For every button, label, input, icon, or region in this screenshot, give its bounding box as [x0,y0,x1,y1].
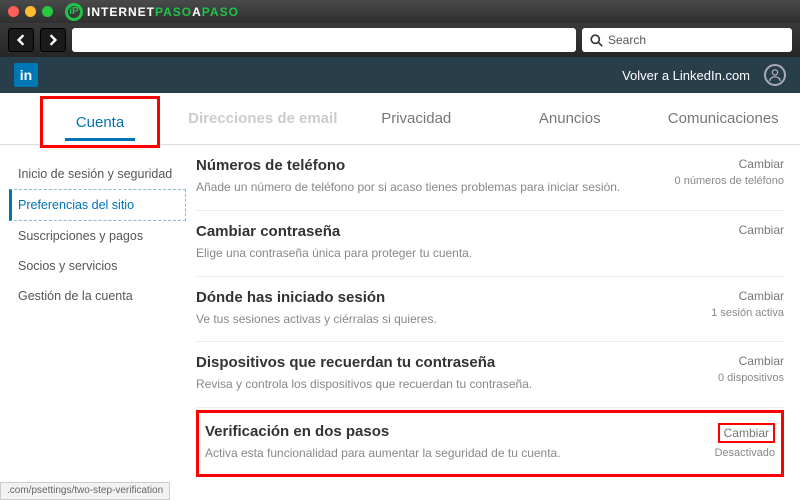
setting-desc: Ve tus sesiones activas y ciérralas si q… [196,311,652,328]
tab-active-underline [65,138,135,141]
tab-cuenta-highlight: Cuenta [40,96,160,148]
setting-desc: Añade un número de teléfono por si acaso… [196,179,652,196]
setting-sessions[interactable]: Dónde has iniciado sesión Ve tus sesione… [196,277,784,343]
search-icon [590,34,603,47]
tab-comunicaciones[interactable]: Comunicaciones [647,93,800,144]
user-avatar-icon[interactable] [764,64,786,86]
tab-cuenta[interactable]: Cuenta [76,114,124,131]
window-close-dot[interactable] [8,6,19,17]
search-input[interactable]: Search [582,28,792,52]
setting-password[interactable]: Cambiar contraseña Elige una contraseña … [196,211,784,277]
site-brand: iP INTERNETPASOAPASO [65,3,239,21]
window-min-dot[interactable] [25,6,36,17]
change-link[interactable]: Cambiar [664,289,784,303]
setting-two-step-highlight: Verificación en dos pasos Activa esta fu… [196,410,784,477]
setting-status: Desactivado [714,447,775,459]
settings-sidebar: Inicio de sesión y seguridad Preferencia… [0,145,186,482]
brand-text: INTERNETPASOAPASO [87,5,239,19]
setting-devices[interactable]: Dispositivos que recuerdan tu contraseña… [196,342,784,408]
setting-title: Dispositivos que recuerdan tu contraseña [196,354,652,371]
setting-status: 0 números de teléfono [675,175,784,187]
browser-titlebar: iP INTERNETPASOAPASO [0,0,800,23]
window-max-dot[interactable] [42,6,53,17]
sidebar-item-socios[interactable]: Socios y servicios [18,251,186,281]
linkedin-logo-icon[interactable]: in [14,63,38,87]
browser-toolbar: Search [0,23,800,57]
setting-telefono[interactable]: Números de teléfono Añade un número de t… [196,145,784,211]
sidebar-item-login[interactable]: Inicio de sesión y seguridad [18,159,186,189]
setting-title: Verificación en dos pasos [205,423,643,440]
setting-status: 1 sesión activa [711,307,784,319]
tab-anuncios[interactable]: Anuncios [493,93,647,144]
setting-desc: Revisa y controla los dispositivos que r… [196,376,652,393]
section-heading-preferencias: Preferencias del sitio [196,477,784,482]
back-button[interactable] [8,28,34,52]
setting-title: Cambiar contraseña [196,223,652,240]
browser-status-bar: .com/psettings/two-step-verification [0,482,170,500]
setting-desc: Elige una contraseña única para proteger… [196,245,652,262]
tab-privacidad[interactable]: Privacidad [340,93,494,144]
setting-title: Dónde has iniciado sesión [196,289,652,306]
sidebar-item-suscripciones[interactable]: Suscripciones y pagos [18,221,186,251]
sidebar-item-gestion[interactable]: Gestión de la cuenta [18,281,186,311]
app-header: in Volver a LinkedIn.com [0,57,800,93]
setting-desc: Activa esta funcionalidad para aumentar … [205,445,643,462]
sidebar-item-preferencias[interactable]: Preferencias del sitio [9,189,186,221]
settings-main: Números de teléfono Añade un número de t… [186,145,800,482]
brand-icon: iP [65,3,83,21]
setting-title: Números de teléfono [196,157,652,174]
tab-faded-background: Direcciones de email [186,93,340,144]
change-link[interactable]: Cambiar [664,354,784,368]
change-link-highlighted[interactable]: Cambiar [718,423,775,443]
url-input[interactable] [72,28,576,52]
back-to-site-link[interactable]: Volver a LinkedIn.com [622,68,750,83]
forward-button[interactable] [40,28,66,52]
change-link[interactable]: Cambiar [664,223,784,237]
change-link[interactable]: Cambiar [664,157,784,171]
setting-status: 0 dispositivos [718,372,784,384]
search-placeholder: Search [608,33,646,47]
